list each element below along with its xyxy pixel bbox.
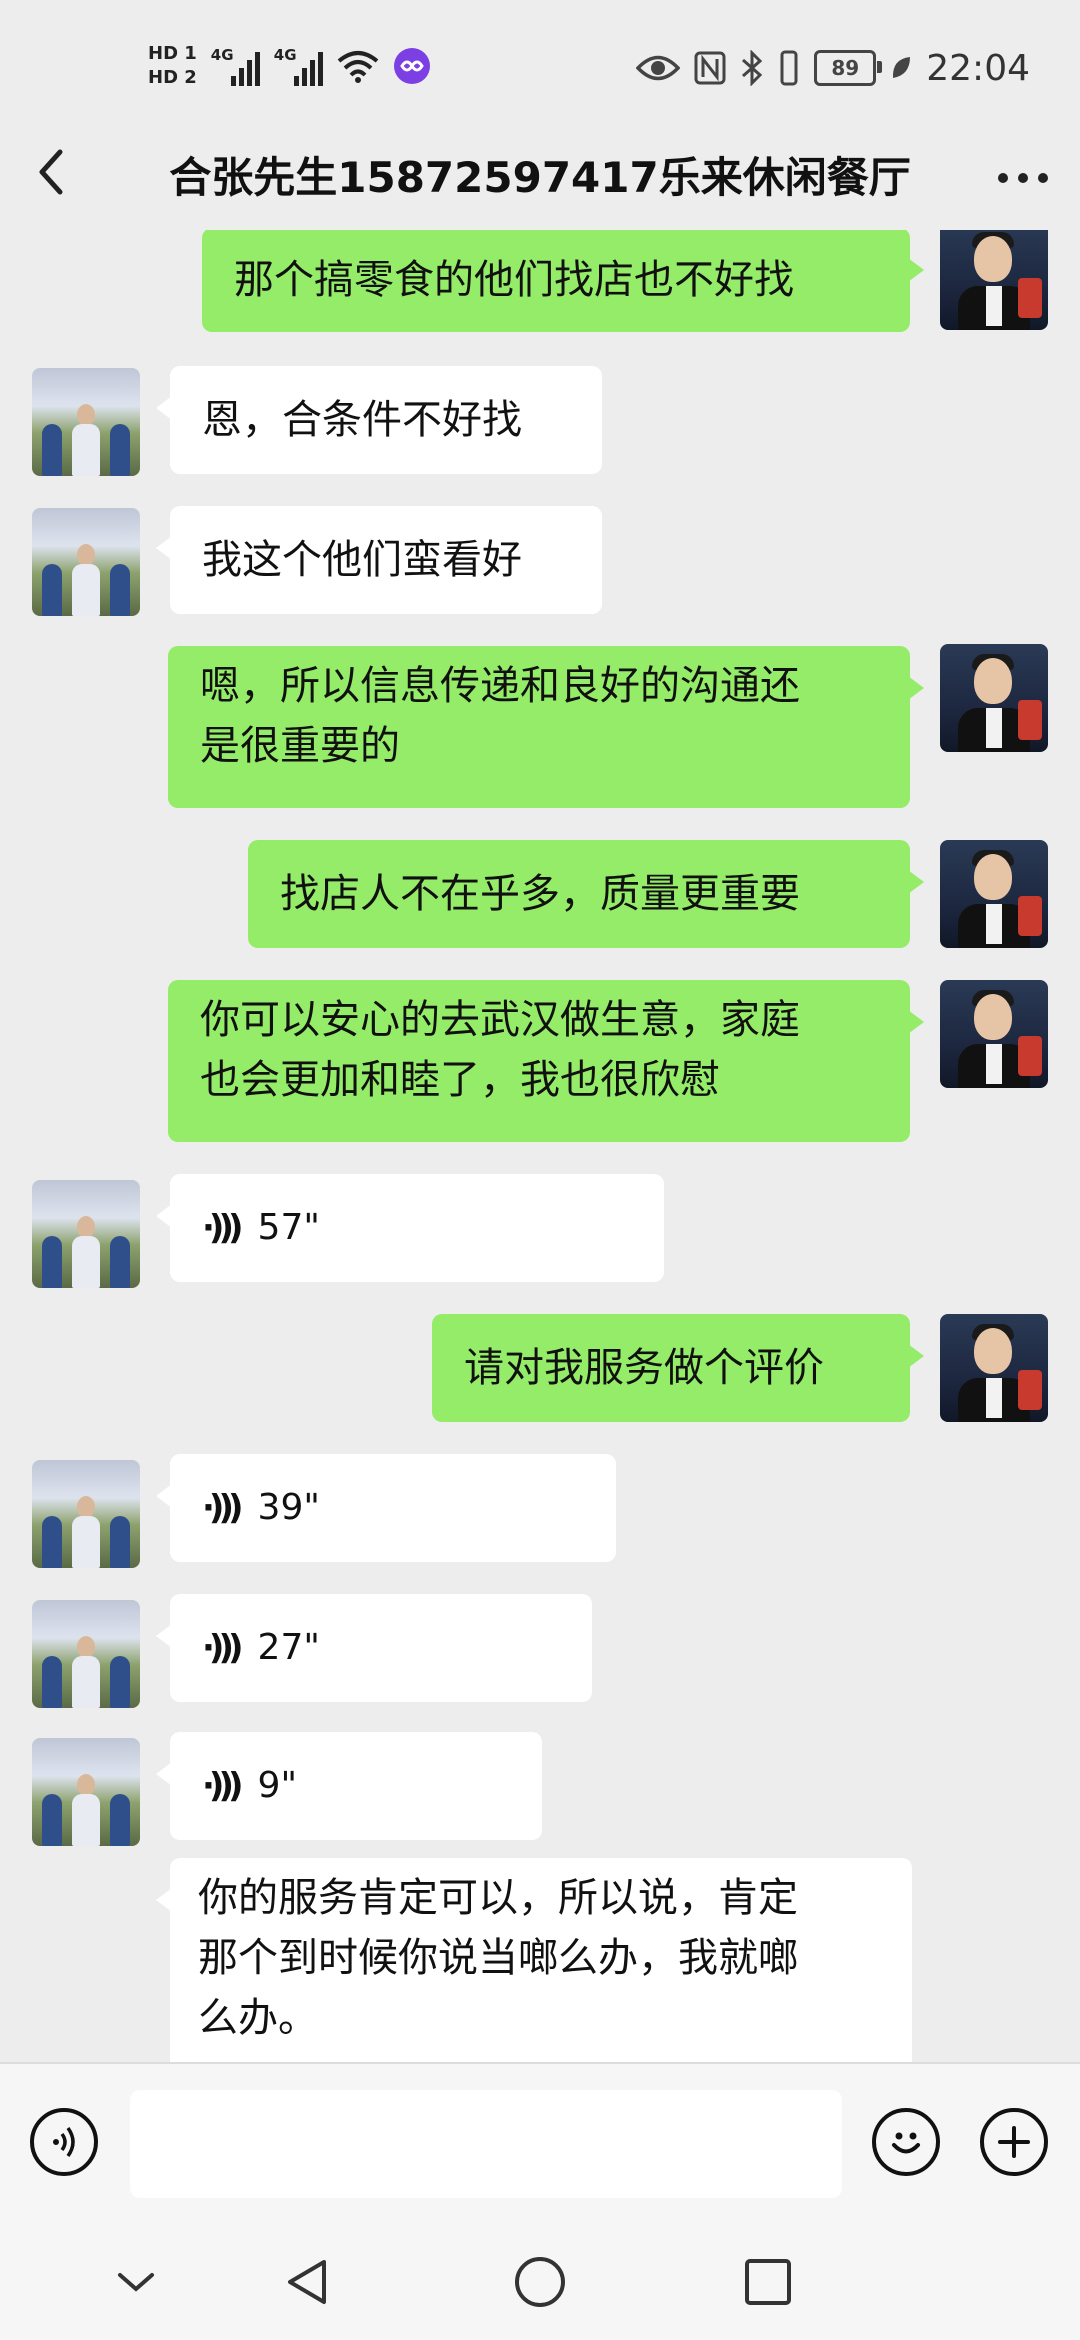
message-text: 恩，合条件不好找 bbox=[202, 397, 522, 443]
voice-duration: 27" bbox=[257, 1627, 320, 1668]
net2-label: 4G bbox=[273, 46, 297, 64]
bluetooth-icon bbox=[742, 50, 763, 86]
voice-wave-icon: ·))) bbox=[202, 1766, 243, 1806]
nav-back-button[interactable] bbox=[268, 2242, 348, 2322]
battery-level: 89 bbox=[814, 50, 883, 86]
my-avatar[interactable] bbox=[940, 840, 1048, 948]
voice-duration: 57" bbox=[257, 1207, 320, 1248]
hd-indicator: HD 1 HD 2 bbox=[148, 42, 197, 90]
my-avatar[interactable] bbox=[940, 1314, 1048, 1422]
chat-title: 合张先生15872597417乐来休闲餐厅 bbox=[169, 153, 911, 202]
nav-collapse-button[interactable] bbox=[96, 2242, 176, 2322]
status-left: HD 1 HD 2 4G 4G bbox=[148, 36, 431, 96]
hd2-label: HD 2 bbox=[148, 67, 197, 88]
nav-recents-button[interactable] bbox=[728, 2242, 808, 2322]
contact-avatar[interactable] bbox=[32, 1460, 140, 1568]
my-avatar[interactable] bbox=[940, 980, 1048, 1088]
contact-avatar[interactable] bbox=[32, 1600, 140, 1708]
wifi-icon bbox=[337, 51, 379, 83]
message-text-line: 么办。 bbox=[198, 1995, 318, 2041]
chevron-left-icon bbox=[39, 149, 63, 195]
nfc-icon bbox=[694, 51, 726, 85]
plus-icon bbox=[998, 2126, 1030, 2158]
chevron-down-icon bbox=[118, 2273, 154, 2292]
status-right: 89 22:04 bbox=[636, 40, 1030, 96]
input-bar bbox=[0, 2062, 1080, 2224]
leaf-icon bbox=[893, 57, 911, 78]
signal-2-icon: 4G bbox=[274, 46, 323, 86]
voice-message-bubble[interactable]: ·))) 39" bbox=[156, 1454, 616, 1562]
link-app-icon bbox=[393, 48, 430, 84]
voice-message-bubble[interactable]: ·))) 57" bbox=[156, 1174, 664, 1282]
nav-home-icon bbox=[515, 2257, 565, 2307]
message-text-line: 你的服务肯定可以，所以说，肯定 bbox=[198, 1875, 798, 1921]
emoji-icon bbox=[892, 2132, 920, 2154]
system-nav-bar bbox=[0, 2222, 1080, 2340]
voice-mode-icon bbox=[53, 2126, 75, 2158]
chat-header: 合张先生15872597417乐来休闲餐厅 bbox=[0, 130, 1080, 230]
message-bubble-received[interactable]: 恩，合条件不好找 bbox=[156, 366, 602, 474]
message-text-line: 嗯，所以信息传递和良好的沟通还 bbox=[200, 663, 800, 709]
message-bubble-sent[interactable]: 找店人不在乎多，质量更重要 bbox=[248, 840, 924, 948]
hd1-label: HD 1 bbox=[148, 43, 197, 64]
voice-message-bubble[interactable]: ·))) 9" bbox=[156, 1732, 542, 1840]
message-bubble-sent[interactable]: 你可以安心的去武汉做生意，家庭 也会更加和睦了，我也很欣慰 bbox=[168, 980, 924, 1142]
contact-avatar[interactable] bbox=[32, 368, 140, 476]
message-text-line: 那个到时候你说当啷么办，我就啷 bbox=[198, 1935, 798, 1981]
contact-avatar[interactable] bbox=[32, 1738, 140, 1846]
contact-avatar[interactable] bbox=[32, 508, 140, 616]
message-input[interactable] bbox=[130, 2090, 842, 2198]
message-text: 请对我服务做个评价 bbox=[464, 1345, 824, 1391]
nav-back-icon bbox=[288, 2260, 326, 2304]
more-dots-icon bbox=[998, 173, 1048, 183]
voice-message-bubble[interactable]: ·))) 27" bbox=[156, 1594, 592, 1702]
emoji-button[interactable] bbox=[872, 2108, 940, 2176]
back-button[interactable] bbox=[30, 142, 90, 212]
message-bubble-sent[interactable]: 请对我服务做个评价 bbox=[432, 1314, 924, 1422]
signal-1-icon: 4G bbox=[211, 46, 260, 86]
clock: 22:04 bbox=[926, 47, 1030, 89]
message-text: 找店人不在乎多，质量更重要 bbox=[280, 871, 800, 917]
more-button[interactable] bbox=[996, 150, 1050, 221]
message-bubble-sent[interactable]: 那个搞零食的他们找店也不好找 bbox=[202, 230, 924, 332]
voice-duration: 9" bbox=[257, 1765, 298, 1806]
chat-message-list[interactable]: 那个搞零食的他们找店也不好找 恩，合条件不好找 我这个他们蛮看好 嗯，所以信息传… bbox=[0, 230, 1080, 2062]
contact-avatar[interactable] bbox=[32, 1180, 140, 1288]
nav-recents-icon bbox=[745, 2259, 791, 2305]
more-functions-button[interactable] bbox=[980, 2108, 1048, 2176]
my-avatar[interactable] bbox=[940, 644, 1048, 752]
my-avatar[interactable] bbox=[940, 230, 1048, 330]
message-bubble-received[interactable]: 我这个他们蛮看好 bbox=[156, 506, 602, 614]
vibrate-icon bbox=[780, 50, 798, 86]
message-text: 我这个他们蛮看好 bbox=[202, 537, 522, 583]
message-bubble-received[interactable]: 你的服务肯定可以，所以说，肯定 那个到时候你说当啷么办，我就啷 么办。 bbox=[156, 1858, 912, 2062]
message-text-line: 你可以安心的去武汉做生意，家庭 bbox=[200, 997, 800, 1043]
voice-wave-icon: ·))) bbox=[202, 1488, 243, 1528]
message-text: 那个搞零食的他们找店也不好找 bbox=[234, 257, 794, 303]
status-bar: HD 1 HD 2 4G 4G 89 22:04 bbox=[0, 0, 1080, 130]
voice-duration: 39" bbox=[257, 1487, 320, 1528]
voice-wave-icon: ·))) bbox=[202, 1628, 243, 1668]
message-bubble-sent[interactable]: 嗯，所以信息传递和良好的沟通还 是很重要的 bbox=[168, 646, 924, 808]
voice-toggle-button[interactable] bbox=[30, 2108, 98, 2176]
message-text-line: 是很重要的 bbox=[200, 723, 400, 769]
message-text-line: 也会更加和睦了，我也很欣慰 bbox=[200, 1057, 720, 1103]
net1-label: 4G bbox=[210, 46, 234, 64]
eye-icon bbox=[636, 55, 681, 81]
voice-wave-icon: ·))) bbox=[202, 1208, 243, 1248]
nav-home-button[interactable] bbox=[500, 2242, 580, 2322]
